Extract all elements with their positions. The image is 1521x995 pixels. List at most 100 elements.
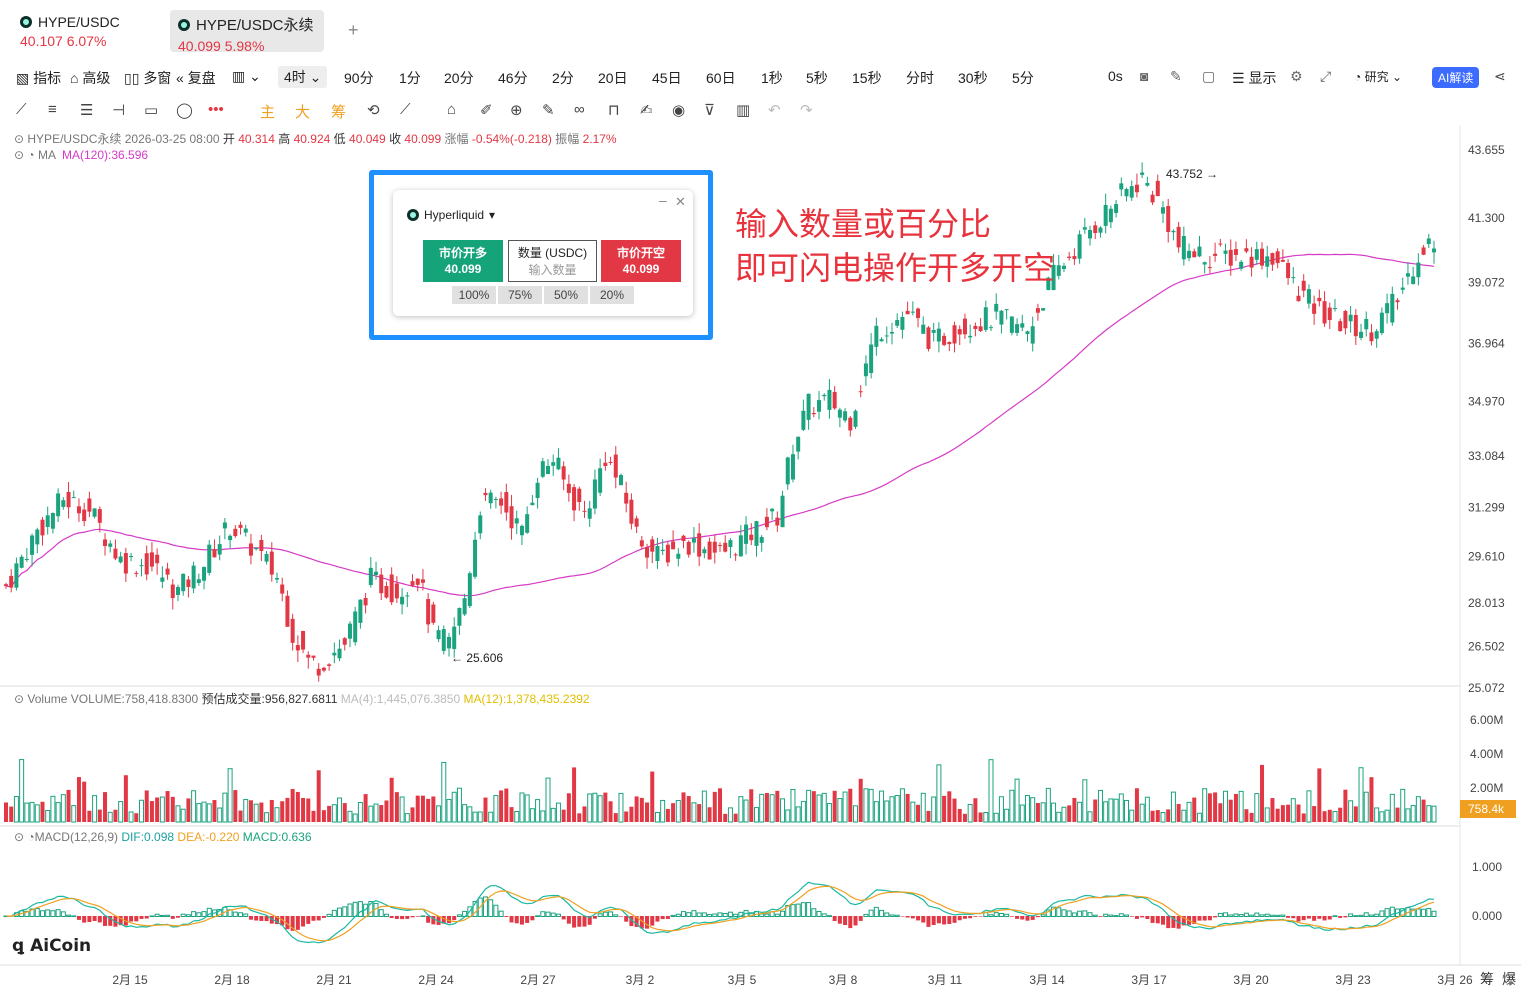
volume-bar (451, 791, 457, 823)
candle-body (1134, 184, 1139, 193)
candle-body (994, 303, 999, 312)
macd-bar (988, 914, 994, 918)
volume-bar (66, 789, 71, 822)
macd-bar (1275, 914, 1281, 918)
candle-body (457, 607, 462, 626)
macd-bar (1145, 916, 1150, 920)
volume-bar (331, 804, 337, 823)
macd-bar (837, 916, 842, 924)
macd-bar (973, 916, 978, 917)
macd-bar (1025, 916, 1030, 921)
chart-canvas[interactable]: 43.655 41.300 39.072 36.964 34.970 33.084 31.2… (0, 0, 1521, 995)
volume-bar (1097, 789, 1103, 823)
candle-body (848, 417, 853, 431)
volume-bar (1379, 811, 1385, 823)
macd-tick: 1.000 (1472, 860, 1502, 874)
candle-body (337, 648, 342, 659)
volume-bar (1306, 790, 1312, 823)
close-icon[interactable]: ✕ (675, 194, 686, 210)
macd-bar (92, 916, 97, 921)
quantity-input[interactable]: 数量 (USDC) 输入数量 (508, 240, 597, 282)
volume-bar (957, 808, 962, 822)
candle-body (931, 329, 936, 333)
pct-button[interactable]: 100% (452, 286, 496, 304)
volume-bar (920, 792, 926, 823)
candle-body (1077, 234, 1082, 259)
candle-body (712, 541, 717, 553)
candle-body (618, 475, 623, 486)
price-tick: 36.964 (1468, 337, 1505, 351)
candle-body (56, 493, 61, 517)
volume-bar (248, 800, 253, 822)
volume-bar (1061, 806, 1067, 823)
market-short-button[interactable]: 市价开空 40.099 (601, 240, 681, 282)
macd-bar (493, 904, 499, 918)
candle-body (759, 537, 764, 543)
candle-body (869, 344, 874, 373)
volume-bar (1426, 805, 1432, 823)
macd-bar (504, 916, 509, 917)
macd-bar (691, 910, 697, 917)
candle-body (1270, 253, 1275, 265)
macd-bar (1426, 907, 1432, 917)
macd-bar (1286, 916, 1291, 918)
candle-body (295, 645, 300, 651)
volume-bar (618, 792, 624, 823)
macd-bar (816, 911, 822, 918)
macd-bar (76, 916, 81, 920)
macd-bar (577, 916, 582, 927)
candle-body (1426, 238, 1431, 244)
candle-body (1291, 277, 1296, 279)
volume-bar (613, 813, 618, 822)
candle-body (665, 544, 670, 563)
market-long-button[interactable]: 市价开多 40.099 (423, 240, 503, 282)
volume-bar (884, 800, 890, 823)
volume-bar (509, 807, 514, 822)
pct-button[interactable]: 20% (590, 286, 634, 304)
candle-body (916, 308, 921, 319)
candle-body (374, 571, 379, 576)
volume-bar (650, 771, 655, 822)
volume-bar (1024, 794, 1030, 823)
pct-button[interactable]: 50% (544, 286, 588, 304)
minimize-icon[interactable]: – (659, 192, 667, 208)
candle-body (321, 667, 326, 671)
macd-bar (1301, 916, 1306, 921)
volume-bar (1254, 793, 1260, 823)
macd-bar (670, 914, 676, 917)
candle-body (1385, 303, 1390, 314)
macd-bar (727, 911, 733, 917)
candle-body (895, 320, 900, 326)
macd-bar (1374, 913, 1380, 917)
macd-bar (378, 909, 384, 917)
volume-bar (1040, 802, 1046, 823)
candle-body (118, 556, 123, 563)
volume-bar (514, 810, 520, 823)
volume-bar (780, 798, 786, 823)
volume-bar (1077, 801, 1083, 823)
candle-body (269, 551, 274, 575)
macd-bar (1358, 914, 1364, 917)
candle-body (45, 515, 50, 527)
candle-body (978, 326, 983, 332)
volume-bar (29, 801, 35, 823)
volume-bar (1280, 805, 1285, 822)
volume-bar (264, 812, 270, 823)
volume-bar (431, 796, 436, 822)
price-tick: 29.610 (1468, 550, 1505, 564)
pct-button[interactable]: 75% (498, 286, 542, 304)
macd-bar (191, 911, 197, 918)
volume-bar (1181, 809, 1187, 823)
macd-bar (978, 916, 983, 917)
macd-bar (681, 911, 687, 918)
macd-bar (1124, 914, 1130, 917)
macd-bar (853, 916, 858, 926)
macd-bar (572, 916, 577, 928)
volume-bar (165, 791, 170, 822)
candle-body (217, 544, 222, 555)
exchange-selector[interactable]: Hyperliquid ▾ (407, 208, 495, 222)
low-marker: ← 25.606 (451, 651, 503, 665)
candle-body (1192, 251, 1197, 258)
volume-bar (1290, 798, 1296, 823)
volume-bar (519, 792, 525, 823)
